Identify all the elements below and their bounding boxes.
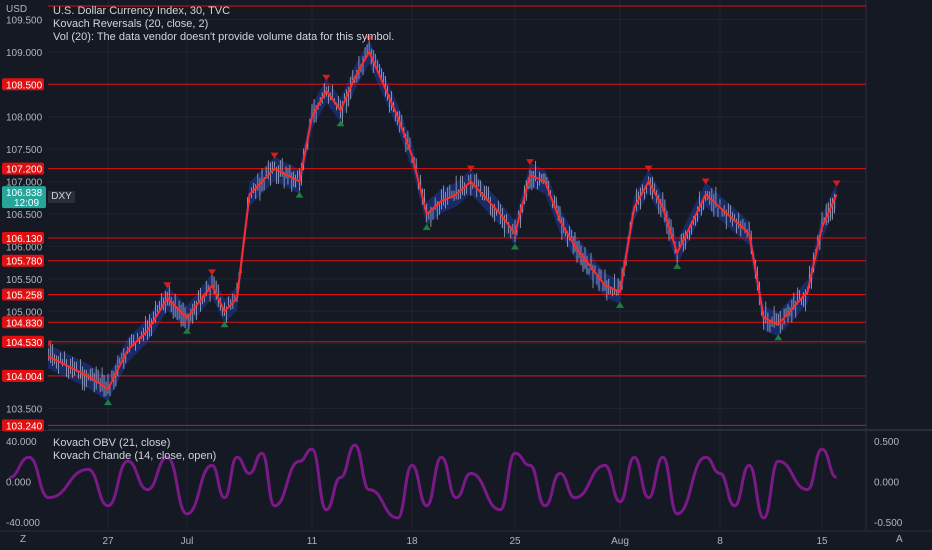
- chart-background: [0, 0, 932, 550]
- price-tick-label: 103.500: [6, 405, 43, 416]
- time-tick-label: 27: [102, 536, 114, 547]
- currency-label: USD: [6, 4, 28, 15]
- price-tick-label: 109.000: [6, 48, 43, 59]
- level-tag-label: 106.130: [6, 234, 43, 245]
- time-tick-label: 11: [307, 536, 318, 547]
- time-tick-label: Jul: [181, 536, 194, 547]
- time-tick-label: 18: [406, 536, 418, 547]
- indicator-legend: Kovach OBV (21, close) Kovach Chande (14…: [53, 437, 216, 463]
- right-scale-button[interactable]: A: [896, 534, 903, 545]
- obv-tick-label: 0.000: [6, 478, 31, 489]
- price-tick-label: 105.500: [6, 275, 43, 286]
- obv-tick-label: -40.000: [6, 518, 40, 529]
- price-tick-label: 109.500: [6, 15, 43, 26]
- price-tick-label: 108.000: [6, 113, 43, 124]
- obv-tick-label: 40.000: [6, 437, 37, 448]
- level-tag-label: 107.200: [6, 165, 43, 176]
- legend-volume[interactable]: Vol (20): The data vendor doesn't provid…: [53, 31, 394, 44]
- legend-reversals[interactable]: Kovach Reversals (20, close, 2): [53, 18, 394, 31]
- level-tag-label: 103.240: [6, 421, 43, 432]
- current-price-tag: 106.83812:09: [2, 186, 46, 209]
- time-tick-label: 15: [816, 536, 828, 547]
- price-tick-label: 107.500: [6, 145, 43, 156]
- legend-obv[interactable]: Kovach OBV (21, close): [53, 437, 216, 450]
- level-tag-label: 104.830: [6, 318, 43, 329]
- time-tick-label: 8: [717, 536, 723, 547]
- symbol-tag: DXY: [48, 191, 75, 203]
- time-tick-label: 25: [509, 536, 521, 547]
- level-tag-label: 108.500: [6, 80, 43, 91]
- level-tag-label: 105.258: [6, 291, 43, 302]
- level-tag-label: 105.780: [6, 257, 43, 268]
- level-tag-label: 104.004: [6, 372, 43, 383]
- legend-chande[interactable]: Kovach Chande (14, close, open): [53, 450, 216, 463]
- legend-symbol[interactable]: U.S. Dollar Currency Index, 30, TVC: [53, 5, 394, 18]
- time-tick-label: Aug: [611, 536, 629, 547]
- chande-tick-label: -0.500: [874, 518, 903, 529]
- left-scale-button[interactable]: Z: [20, 534, 26, 545]
- chande-tick-label: 0.000: [874, 478, 899, 489]
- price-tick-label: 106.500: [6, 210, 43, 221]
- price-tag-countdown: 12:09: [14, 198, 39, 209]
- chart-canvas[interactable]: 103.500104.000104.500105.000105.500106.0…: [0, 0, 932, 550]
- chart-legend: U.S. Dollar Currency Index, 30, TVC Kova…: [53, 5, 394, 44]
- level-tag-label: 104.530: [6, 338, 43, 349]
- chande-tick-label: 0.500: [874, 437, 899, 448]
